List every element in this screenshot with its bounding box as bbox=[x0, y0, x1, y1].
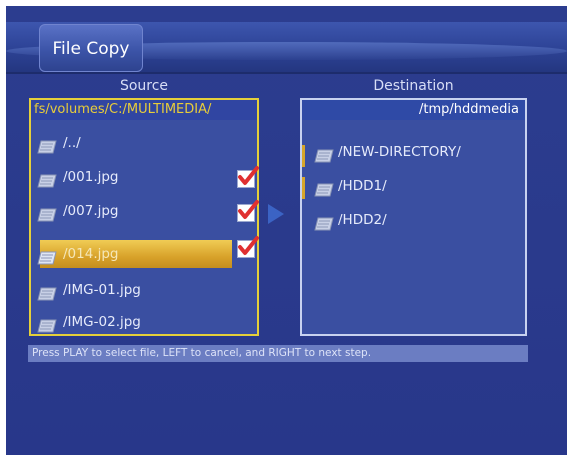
file-folder-icon bbox=[314, 145, 334, 163]
page-title: File Copy bbox=[52, 39, 130, 59]
list-item[interactable]: /HDD1/ bbox=[302, 172, 525, 200]
file-copy-screen: File Copy Source Destination fs/volumes/… bbox=[6, 6, 567, 455]
list-item[interactable]: /IMG-01.jpg bbox=[31, 276, 257, 304]
source-path: fs/volumes/C:/MULTIMEDIA/ bbox=[31, 100, 257, 120]
file-folder-icon bbox=[37, 136, 57, 154]
list-item[interactable]: /NEW-DIRECTORY/ bbox=[302, 138, 525, 166]
file-folder-icon bbox=[37, 204, 57, 222]
list-item-label: /IMG-02.jpg bbox=[63, 314, 141, 330]
list-item-label: /IMG-01.jpg bbox=[63, 282, 141, 298]
file-folder-icon bbox=[37, 247, 57, 265]
checkmark-icon bbox=[238, 236, 259, 255]
banner-edge bbox=[6, 72, 567, 74]
select-checkbox[interactable] bbox=[237, 200, 259, 222]
list-item-label: /../ bbox=[63, 135, 81, 151]
file-folder-icon bbox=[37, 170, 57, 188]
file-folder-icon bbox=[314, 179, 334, 197]
title-tab: File Copy bbox=[39, 24, 143, 72]
checkmark-icon bbox=[238, 200, 259, 219]
file-folder-icon bbox=[37, 315, 57, 333]
list-item-label: /HDD2/ bbox=[338, 212, 387, 228]
select-checkbox[interactable] bbox=[237, 236, 259, 258]
list-item[interactable]: /HDD2/ bbox=[302, 206, 525, 234]
list-item-label: /007.jpg bbox=[63, 203, 119, 219]
list-item-label: /014.jpg bbox=[63, 246, 119, 262]
file-folder-icon bbox=[314, 213, 334, 231]
list-item[interactable]: /IMG-02.jpg bbox=[31, 308, 257, 336]
status-hint: Press PLAY to select file, LEFT to cance… bbox=[28, 345, 528, 362]
destination-header: Destination bbox=[373, 78, 454, 94]
checkmark-icon bbox=[238, 166, 259, 185]
destination-pane[interactable]: /tmp/hddmedia /NEW-DIRECTORY/ /HDD1/ /HD… bbox=[300, 98, 527, 336]
select-checkbox[interactable] bbox=[237, 166, 259, 188]
list-item-label: /NEW-DIRECTORY/ bbox=[338, 144, 461, 160]
list-item-selected[interactable]: /014.jpg bbox=[37, 240, 232, 268]
list-item-label: /001.jpg bbox=[63, 169, 119, 185]
list-item[interactable]: /007.jpg bbox=[31, 197, 259, 225]
file-folder-icon bbox=[37, 283, 57, 301]
destination-path: /tmp/hddmedia bbox=[302, 100, 525, 120]
list-item[interactable]: /../ bbox=[31, 129, 257, 157]
arrow-right-icon bbox=[268, 204, 284, 224]
source-pane[interactable]: fs/volumes/C:/MULTIMEDIA/ /../ /001.jpg … bbox=[29, 98, 259, 336]
list-item-label: /HDD1/ bbox=[338, 178, 387, 194]
source-header: Source bbox=[119, 78, 169, 94]
list-item[interactable]: /001.jpg bbox=[31, 163, 259, 191]
